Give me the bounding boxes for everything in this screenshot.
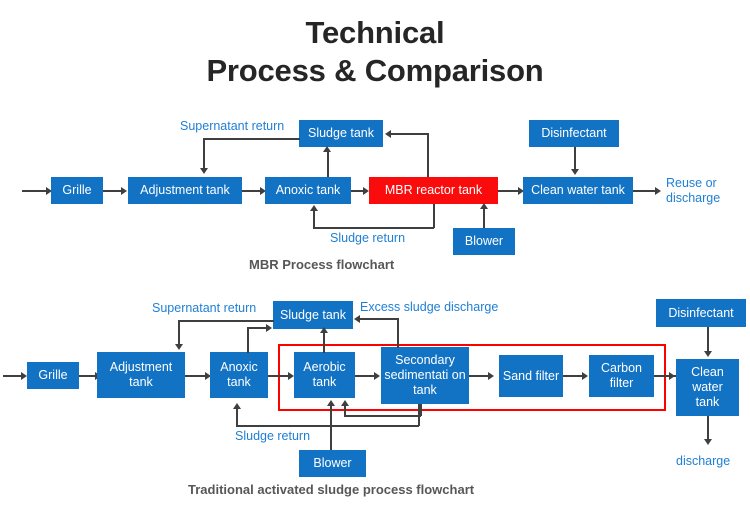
- page-title: Technical Process & Comparison: [0, 14, 750, 90]
- trad-adjustment-to-anoxic-line: [185, 375, 207, 377]
- trad-label-supernatant-return: Supernatant return: [152, 301, 257, 315]
- title-line-1: Technical: [305, 15, 445, 50]
- trad-blower-to-aerobic-arrowhead: [326, 400, 335, 406]
- trad-sludge-return-run: [236, 425, 419, 427]
- trad-box-sludge-tank[interactable]: Sludge tank: [273, 301, 353, 329]
- mbr-blower-to-reactor-arrowhead: [479, 203, 488, 209]
- trad-blower-to-aerobic-line: [330, 404, 332, 450]
- trad-carbon-to-cleanwater-arrowhead: [669, 371, 675, 380]
- mbr-reactor-to-sludge-riser: [427, 133, 429, 177]
- trad-box-grille[interactable]: Grille: [27, 362, 79, 389]
- trad-box-sand-filter[interactable]: Sand filter: [499, 355, 563, 397]
- mbr-sludge-return-arrowhead: [309, 205, 318, 211]
- trad-disinfectant-arrowhead: [703, 351, 712, 357]
- trad-label-sludge-return: Sludge return: [235, 429, 311, 443]
- trad-sludge-return-riser: [236, 407, 238, 426]
- mbr-sludge-return-drop: [433, 204, 435, 228]
- mbr-adjustment-to-anoxic-line: [242, 190, 262, 192]
- trad-discharge-line: [707, 416, 709, 440]
- mbr-sludge-return-riser: [313, 209, 315, 228]
- mbr-inlet-line: [22, 190, 48, 192]
- trad-inlet-line: [3, 375, 23, 377]
- trad-sludge-return-arrowhead: [232, 403, 241, 409]
- mbr-disinfectant-line: [574, 147, 576, 170]
- mbr-disinfectant-arrowhead: [570, 169, 579, 175]
- mbr-label-supernatant-return: Supernatant return: [180, 119, 285, 133]
- trad-box-disinfectant[interactable]: Disinfectant: [656, 299, 746, 327]
- mbr-box-adjustment-tank[interactable]: Adjustment tank: [128, 177, 242, 204]
- trad-box-anoxic-tank[interactable]: Anoxic tank: [210, 352, 268, 398]
- trad-excess-sludge-riser: [397, 318, 399, 348]
- trad-label-excess-sludge-discharge: Excess sludge discharge: [360, 300, 499, 314]
- trad-discharge-arrowhead: [703, 439, 712, 445]
- mbr-box-anoxic-tank[interactable]: Anoxic tank: [265, 177, 351, 204]
- mbr-reactor-to-sludge-run: [391, 133, 428, 135]
- trad-box-carbon-filter[interactable]: Carbon filter: [589, 355, 654, 397]
- trad-excess-sludge-arrowhead: [354, 314, 360, 323]
- trad-secondary-loop-arrowhead: [340, 400, 349, 406]
- mbr-box-reactor-tank[interactable]: MBR reactor tank: [369, 177, 498, 204]
- trad-aerobic-to-sludge-arrowhead: [319, 327, 328, 333]
- trad-aerobic-to-sludge-line: [323, 331, 325, 353]
- trad-box-clean-water-tank[interactable]: Clean water tank: [676, 359, 739, 416]
- mbr-reactor-to-sludge-arrowhead: [385, 129, 391, 138]
- mbr-outlet-line: [633, 190, 657, 192]
- trad-aerobic-to-secondary-arrowhead: [374, 371, 380, 380]
- mbr-box-clean-water-tank[interactable]: Clean water tank: [523, 177, 633, 204]
- traditional-caption: Traditional activated sludge process flo…: [188, 482, 475, 497]
- mbr-label-output: Reuse or discharge: [666, 176, 721, 205]
- mbr-supernatant-arrowhead: [199, 168, 208, 174]
- trad-secondary-to-sand-arrowhead: [488, 371, 494, 380]
- mbr-supernatant-run: [203, 138, 300, 140]
- trad-box-aerobic-tank[interactable]: Aerobic tank: [294, 352, 355, 398]
- mbr-reactor-to-cleanwater-line: [498, 190, 520, 192]
- title-line-2: Process & Comparison: [206, 52, 544, 88]
- mbr-label-sludge-return: Sludge return: [330, 231, 406, 245]
- mbr-blower-to-reactor-line: [483, 207, 485, 228]
- mbr-box-blower[interactable]: Blower: [453, 228, 515, 255]
- trad-supernatant-run: [178, 320, 274, 322]
- trad-anoxic-to-sludge-run: [247, 327, 267, 329]
- mbr-grille-to-adjustment-arrowhead: [121, 186, 127, 195]
- trad-supernatant-drop: [178, 320, 180, 345]
- mbr-outlet-arrowhead: [655, 186, 661, 195]
- mbr-sludge-return-run: [313, 227, 434, 229]
- trad-sand-to-carbon-arrowhead: [582, 371, 588, 380]
- trad-anoxic-to-sludge-arrowhead: [266, 323, 272, 332]
- trad-label-output: discharge: [676, 454, 731, 468]
- mbr-anoxic-to-sludge-line: [327, 149, 329, 177]
- trad-supernatant-arrowhead: [174, 344, 183, 350]
- trad-anoxic-to-sludge-riser: [247, 327, 249, 353]
- mbr-grille-to-adjustment-line: [103, 190, 123, 192]
- trad-box-adjustment-tank[interactable]: Adjustment tank: [97, 352, 185, 398]
- trad-disinfectant-line: [707, 327, 709, 352]
- trad-box-blower[interactable]: Blower: [299, 450, 366, 477]
- mbr-caption: MBR Process flowchart: [249, 257, 395, 272]
- mbr-anoxic-to-sludge-arrowhead: [322, 146, 331, 152]
- mbr-box-disinfectant[interactable]: Disinfectant: [529, 120, 619, 147]
- trad-excess-sludge-run: [360, 318, 398, 320]
- mbr-supernatant-drop: [203, 138, 205, 170]
- mbr-box-sludge-tank[interactable]: Sludge tank: [299, 120, 383, 147]
- mbr-box-grille[interactable]: Grille: [51, 177, 103, 204]
- diagram-canvas: Technical Process & Comparison Grille Ad…: [0, 0, 750, 520]
- trad-secondary-loop-run: [344, 415, 421, 417]
- trad-box-secondary-sedimentation-tank[interactable]: Secondary sedimentati on tank: [381, 347, 469, 404]
